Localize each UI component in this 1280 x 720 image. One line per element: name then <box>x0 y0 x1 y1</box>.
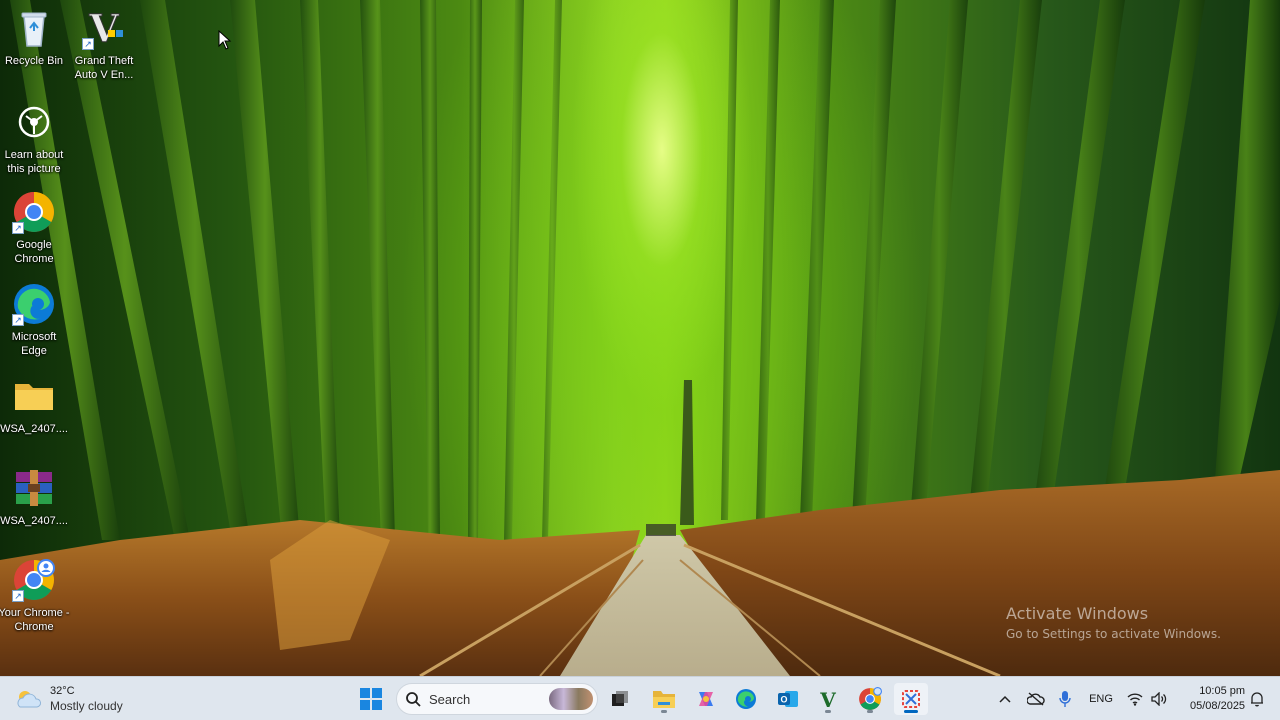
wifi-tray-button[interactable] <box>1124 683 1146 715</box>
cloud-offline-icon <box>1027 692 1045 706</box>
notification-bell-icon <box>1251 692 1263 707</box>
weather-temperature: 32°C <box>50 685 75 697</box>
activate-windows-watermark: Activate Windows Go to Settings to activ… <box>1006 604 1221 641</box>
taskbar-app-outlook[interactable]: O <box>772 683 804 715</box>
gta-v-icon: V ↗ <box>82 6 126 52</box>
desktop-icon-label: Grand Theft Auto V En... <box>74 55 134 81</box>
shortcut-arrow-icon: ↗ <box>12 222 24 234</box>
desktop-icon-label: Microsoft Edge <box>11 331 57 357</box>
desktop-icon-recycle-bin[interactable]: Recycle Bin <box>0 6 68 68</box>
desktop-icon-microsoft-edge[interactable]: ↗ Microsoft Edge <box>0 282 68 358</box>
file-explorer-icon <box>653 691 675 708</box>
edge-icon <box>736 689 756 709</box>
task-view-icon <box>612 691 628 706</box>
weather-widget[interactable]: 32°C Mostly cloudy <box>14 681 123 717</box>
bamboo-wallpaper-art <box>0 0 1280 676</box>
running-indicator <box>825 710 831 713</box>
shortcut-arrow-icon: ↗ <box>12 314 24 326</box>
desktop-icon-your-chrome[interactable]: ↗ Your Chrome - Chrome <box>0 558 70 634</box>
desktop-icon-learn-about-picture[interactable]: Learn about this picture <box>0 100 68 176</box>
gta-v-icon: V <box>819 688 836 710</box>
volume-tray-button[interactable] <box>1148 683 1170 715</box>
weather-condition: Mostly cloudy <box>50 699 123 713</box>
clock-date: 05/08/2025 <box>1190 700 1246 712</box>
chrome-icon: ↗ <box>12 190 56 234</box>
microphone-icon <box>1059 691 1071 707</box>
desktop-icon-label: Google Chrome <box>14 239 54 265</box>
search-highlight-image <box>549 688 593 710</box>
desktop-icon-wsa-archive[interactable]: WSA_2407.... <box>0 466 68 528</box>
winrar-archive-icon <box>12 466 56 510</box>
watermark-subtitle: Go to Settings to activate Windows. <box>1006 627 1221 641</box>
onedrive-tray-button[interactable] <box>1024 683 1048 715</box>
shortcut-arrow-icon: ↗ <box>12 590 24 602</box>
watermark-title: Activate Windows <box>1006 604 1149 623</box>
svg-text:V: V <box>819 688 836 710</box>
taskbar-app-snipping-tool[interactable] <box>894 683 928 715</box>
desktop-icon-google-chrome[interactable]: ↗ Google Chrome <box>0 190 68 266</box>
microphone-tray-button[interactable] <box>1054 683 1076 715</box>
desktop-icon-label: WSA_2407.... <box>0 515 68 527</box>
wifi-icon <box>1127 693 1143 706</box>
start-button[interactable] <box>356 683 386 715</box>
desktop-icon-wsa-folder[interactable]: WSA_2407.... <box>0 374 68 436</box>
running-indicator <box>661 710 667 713</box>
desktop-wallpaper: Recycle Bin V ↗ Grand Theft Auto V En...… <box>0 0 1280 676</box>
desktop-icon-label: Your Chrome - Chrome <box>0 607 70 633</box>
taskbar: 32°C Mostly cloudy Search O V ENG 10:05 … <box>0 676 1280 720</box>
active-indicator <box>904 710 918 713</box>
taskbar-search-box[interactable]: Search <box>396 683 598 715</box>
desktop-icon-label: Learn about this picture <box>4 149 64 175</box>
taskbar-app-gta-v[interactable]: V <box>812 683 844 715</box>
mouse-cursor-icon <box>218 29 232 55</box>
camera-icon <box>12 100 56 144</box>
chrome-profile-icon: ↗ <box>12 558 56 602</box>
taskbar-app-chrome[interactable] <box>854 683 886 715</box>
search-placeholder: Search <box>429 692 471 707</box>
chrome-icon <box>859 687 882 710</box>
taskbar-app-copilot[interactable] <box>690 683 722 715</box>
desktop-icon-label: WSA_2407.... <box>0 423 68 435</box>
cloudy-weather-icon <box>17 691 41 708</box>
shortcut-arrow-icon: ↗ <box>82 38 94 50</box>
edge-icon: ↗ <box>12 282 56 326</box>
outlook-icon: O <box>778 691 798 707</box>
clock-time: 10:05 pm <box>1199 685 1246 697</box>
folder-icon <box>12 374 56 418</box>
show-hidden-icons-button[interactable] <box>994 683 1016 715</box>
taskbar-app-edge[interactable] <box>730 683 762 715</box>
snipping-tool-icon <box>902 690 920 708</box>
input-language-button[interactable]: ENG <box>1084 683 1118 715</box>
copilot-icon <box>699 692 713 706</box>
desktop-icon-gta-v[interactable]: V ↗ Grand Theft Auto V En... <box>70 6 138 82</box>
running-indicator <box>867 710 873 713</box>
search-icon <box>406 692 421 707</box>
svg-text:O: O <box>780 695 787 705</box>
task-view-button[interactable] <box>606 683 634 715</box>
input-language-label: ENG <box>1089 693 1113 705</box>
desktop-icon-label: Recycle Bin <box>4 55 64 67</box>
recycle-bin-icon <box>12 6 56 50</box>
volume-icon <box>1151 692 1167 706</box>
taskbar-clock[interactable]: 10:05 pm 05/08/2025 <box>1190 684 1245 714</box>
windows-start-icon <box>360 688 382 710</box>
notifications-button[interactable] <box>1246 683 1268 715</box>
chevron-up-icon <box>999 695 1011 703</box>
taskbar-app-file-explorer[interactable] <box>648 683 680 715</box>
